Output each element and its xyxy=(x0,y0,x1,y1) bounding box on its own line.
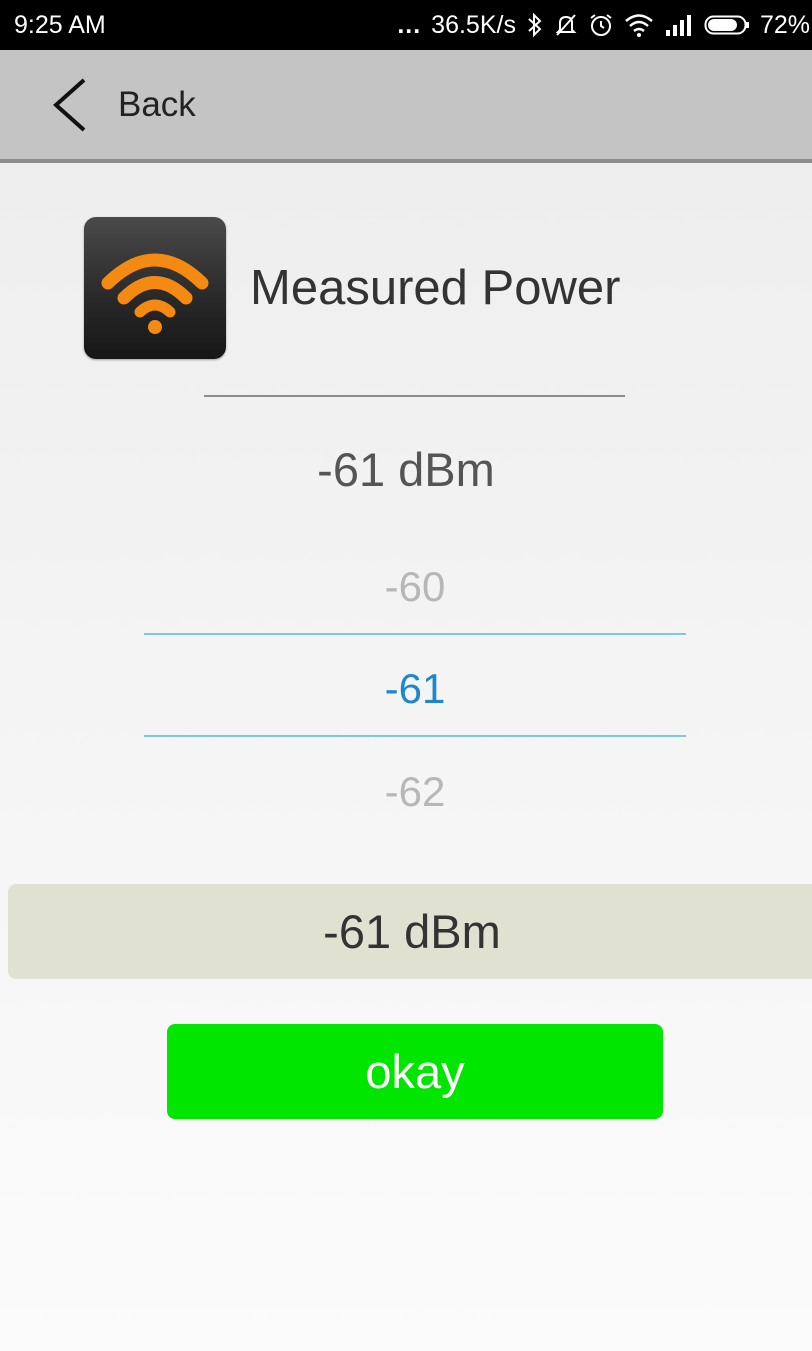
picker-item-below[interactable]: -62 xyxy=(144,767,686,817)
okay-button[interactable]: okay xyxy=(167,1024,663,1119)
picker-item-above[interactable]: -60 xyxy=(144,562,686,612)
picker-item-selected[interactable]: -61 xyxy=(144,664,686,714)
dialog-title: Measured Power xyxy=(250,261,621,315)
battery-level: 72% xyxy=(759,10,810,39)
net-speed: 36.5K/s xyxy=(431,10,516,39)
alarm-icon xyxy=(588,12,614,38)
chevron-left-icon xyxy=(50,77,88,133)
signal-icon xyxy=(664,12,694,38)
wifi-icon xyxy=(84,217,226,359)
okay-label: okay xyxy=(365,1045,465,1098)
top-bar: Back xyxy=(0,50,812,163)
picker-divider-bottom xyxy=(144,735,686,737)
mute-icon xyxy=(554,12,578,38)
title-divider xyxy=(204,395,625,397)
back-button[interactable]: Back xyxy=(0,50,196,159)
status-dots: ... xyxy=(397,10,422,39)
back-label: Back xyxy=(118,84,196,124)
status-bar: 9:25 AM ... 36.5K/s 72% xyxy=(0,0,812,50)
result-value: -61 dBm xyxy=(323,905,501,958)
bluetooth-icon xyxy=(526,12,544,38)
result-bar: -61 dBm xyxy=(8,884,812,979)
status-time: 9:25 AM xyxy=(14,10,106,39)
picker-divider-top xyxy=(144,633,686,635)
battery-icon xyxy=(704,12,750,38)
wifi-icon xyxy=(624,12,654,38)
current-value: -61 dBm xyxy=(317,443,495,496)
